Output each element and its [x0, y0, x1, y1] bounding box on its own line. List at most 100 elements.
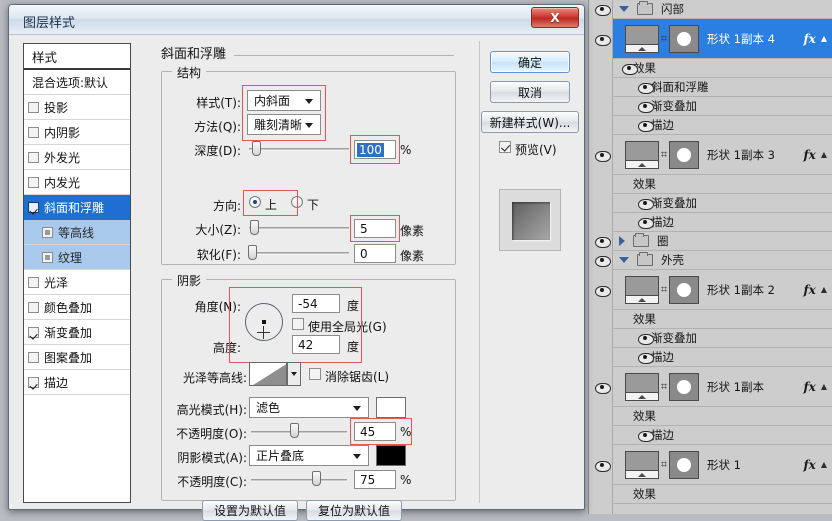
size-input[interactable]: 5 [354, 219, 396, 238]
size-slider-track[interactable] [249, 227, 349, 230]
styles-list[interactable]: 样式 混合选项:默认 投影 内阴影 外发光 内发光 斜面和浮雕 等高线 纹理 光泽 颜色叠加 渐变叠… [23, 43, 131, 503]
layer-row[interactable]: ⌗ 形状 1副本 2 fx ▲ [613, 270, 832, 310]
use-global-light-label[interactable]: 使用全局光(G) [308, 318, 418, 335]
link-mask-icon[interactable]: ⌗ [659, 284, 669, 295]
eye-icon[interactable] [637, 82, 654, 94]
shadow-mode-dropdown[interactable]: 正片叠底 [249, 445, 369, 466]
highlight-opacity-slider-track[interactable] [251, 431, 347, 434]
layer-mask-thumbnail[interactable] [669, 140, 699, 169]
layer-thumbnail[interactable] [625, 140, 659, 169]
use-global-light-checkbox[interactable] [292, 318, 304, 330]
cancel-button[interactable]: 取消 [490, 81, 570, 103]
soften-input[interactable]: 0 [354, 244, 396, 263]
layer-thumbnail[interactable] [625, 24, 659, 53]
close-icon[interactable]: X [531, 7, 579, 28]
layer-mask-thumbnail[interactable] [669, 275, 699, 304]
highlight-color-swatch[interactable] [376, 397, 406, 418]
style-item-checkbox[interactable] [28, 351, 39, 363]
depth-slider-track[interactable] [249, 148, 349, 151]
layer-effect-row[interactable]: 效果 [613, 175, 832, 194]
style-item-1[interactable]: 投影 [24, 95, 130, 120]
style-item-5[interactable]: 斜面和浮雕 [24, 195, 130, 220]
layer-thumbnail[interactable] [625, 450, 659, 479]
layer-mask-thumbnail[interactable] [669, 24, 699, 53]
style-item-3[interactable]: 外发光 [24, 145, 130, 170]
angle-input[interactable]: -54 [292, 294, 340, 313]
highlight-opacity-slider-knob[interactable] [290, 423, 299, 438]
dialog-titlebar[interactable]: 图层样式 X [9, 5, 584, 35]
antialias-checkbox[interactable] [309, 368, 321, 380]
new-style-button[interactable]: 新建样式(W)... [481, 111, 579, 133]
style-item-checkbox[interactable] [28, 201, 39, 213]
preview-checkbox[interactable] [499, 141, 511, 153]
link-mask-icon[interactable]: ⌗ [659, 459, 669, 470]
link-mask-icon[interactable]: ⌗ [659, 381, 669, 392]
style-item-checkbox[interactable] [28, 101, 39, 113]
collapse-effects-icon[interactable]: ▲ [818, 34, 832, 43]
style-item-9[interactable]: 颜色叠加 [24, 295, 130, 320]
ok-button[interactable]: 确定 [490, 51, 570, 73]
style-item-11[interactable]: 图案叠加 [24, 345, 130, 370]
style-item-checkbox[interactable] [28, 301, 39, 313]
layer-mask-thumbnail[interactable] [669, 372, 699, 401]
eye-icon[interactable] [637, 333, 654, 345]
layer-effect-row[interactable]: 效果 [613, 407, 832, 426]
eye-icon[interactable] [594, 34, 611, 46]
layer-thumbnail[interactable] [625, 275, 659, 304]
layer-mask-thumbnail[interactable] [669, 450, 699, 479]
eye-icon[interactable] [594, 285, 611, 297]
layers-panel[interactable]: 闪部 ⌗ 形状 1副本 4 fx ▲ 效果 斜面和浮雕 渐变叠加 描边 ⌗ 形状 1副本 3 fx ▲ 效… [588, 0, 832, 514]
layer-row[interactable]: ⌗ 形状 1副本 fx ▲ [613, 367, 832, 407]
layer-group-row[interactable]: 闪部 [613, 0, 832, 19]
style-item-checkbox[interactable] [28, 276, 39, 288]
shadow-opacity-slider-track[interactable] [251, 479, 347, 482]
eye-icon[interactable] [594, 4, 611, 16]
set-default-button[interactable]: 设置为默认值 [202, 500, 298, 521]
style-item-0[interactable]: 混合选项:默认 [24, 70, 130, 95]
eye-icon[interactable] [637, 217, 654, 229]
eye-icon[interactable] [637, 352, 654, 364]
depth-input[interactable]: 100 [354, 140, 396, 159]
direction-down-radio[interactable] [291, 196, 303, 208]
shadow-opacity-input[interactable]: 75 [354, 470, 396, 489]
collapse-effects-icon[interactable]: ▲ [818, 150, 832, 159]
antialias-label[interactable]: 消除锯齿(L) [325, 368, 425, 385]
eye-icon[interactable] [637, 198, 654, 210]
direction-up-radio[interactable] [249, 196, 261, 208]
style-item-10[interactable]: 渐变叠加 [24, 320, 130, 345]
layer-group-row[interactable]: 外壳 [613, 251, 832, 270]
style-item-checkbox[interactable] [42, 226, 53, 238]
style-item-6[interactable]: 等高线 [24, 220, 130, 245]
depth-slider-knob[interactable] [252, 141, 261, 156]
layer-row[interactable]: ⌗ 形状 1 fx ▲ [613, 445, 832, 485]
eye-icon[interactable] [594, 460, 611, 472]
eye-icon[interactable] [637, 120, 654, 132]
eye-icon[interactable] [594, 150, 611, 162]
eye-icon[interactable] [594, 382, 611, 394]
direction-down-label[interactable]: 下 [307, 196, 327, 213]
style-item-4[interactable]: 内发光 [24, 170, 130, 195]
collapse-effects-icon[interactable]: ▲ [818, 460, 832, 469]
reset-default-button[interactable]: 复位为默认值 [306, 500, 402, 521]
fx-icon[interactable]: fx [804, 380, 818, 394]
style-item-checkbox[interactable] [28, 176, 39, 188]
soften-slider-track[interactable] [249, 252, 349, 255]
fx-icon[interactable]: fx [804, 32, 818, 46]
layer-effect-row[interactable]: 效果 [613, 59, 832, 78]
soften-slider-knob[interactable] [248, 245, 257, 260]
highlight-mode-dropdown[interactable]: 滤色 [249, 397, 369, 418]
style-item-2[interactable]: 内阴影 [24, 120, 130, 145]
layer-effect-row[interactable]: 效果 [613, 485, 832, 504]
fx-icon[interactable]: fx [804, 148, 818, 162]
style-item-checkbox[interactable] [28, 376, 39, 388]
layer-thumbnail[interactable] [625, 372, 659, 401]
layer-row[interactable]: ⌗ 形状 1副本 4 fx ▲ [613, 19, 832, 59]
gloss-contour-swatch[interactable] [249, 362, 287, 386]
shadow-opacity-slider-knob[interactable] [312, 471, 321, 486]
style-dropdown[interactable]: 内斜面 [247, 90, 321, 111]
eye-icon[interactable] [637, 101, 654, 113]
layer-row[interactable]: ⌗ 形状 1副本 3 fx ▲ [613, 135, 832, 175]
eye-icon[interactable] [637, 430, 654, 442]
style-item-checkbox[interactable] [42, 251, 53, 263]
fx-icon[interactable]: fx [804, 458, 818, 472]
